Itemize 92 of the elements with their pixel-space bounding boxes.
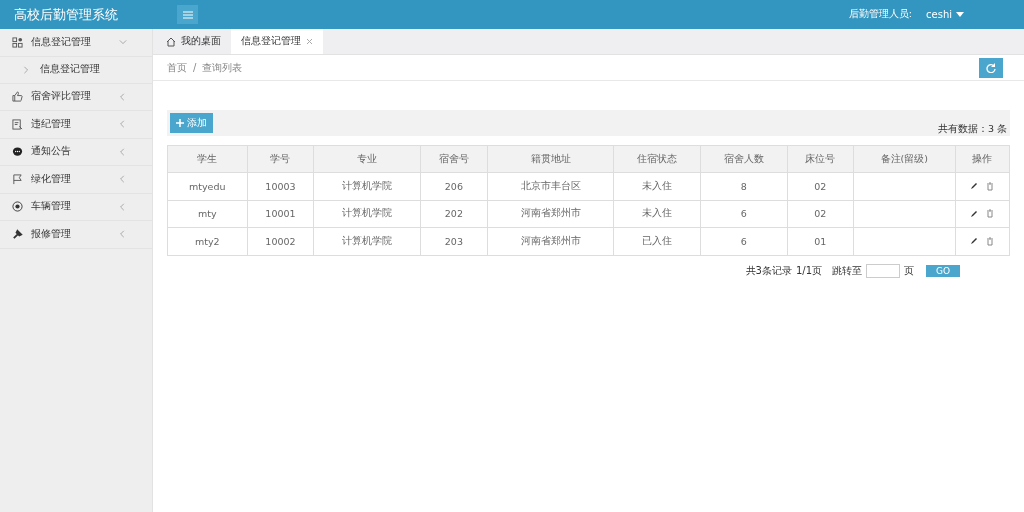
table-cell: 10002 (247, 227, 314, 255)
table-cell: 计算机学院 (313, 227, 421, 255)
chevron-down-icon (119, 38, 127, 47)
table-cell: 02 (787, 200, 854, 228)
table-cell: 10003 (247, 172, 314, 200)
table-cell: 已入住 (613, 227, 701, 255)
table-cell: 01 (787, 227, 854, 255)
column-header: 操作 (955, 145, 1010, 173)
refresh-icon (986, 62, 996, 73)
app-title: 高校后勤管理系统 (14, 5, 119, 24)
sidebar-item[interactable]: 绿化管理 (0, 166, 152, 194)
sidebar-label: 绿化管理 (31, 172, 72, 186)
sidebar-item[interactable]: 信息登记管理 (0, 29, 152, 57)
table-cell: 10001 (247, 200, 314, 228)
menu-button[interactable] (177, 5, 198, 24)
page-count: 1/1页 (795, 263, 822, 278)
table-cell: 计算机学院 (313, 200, 421, 228)
caret-down-icon (956, 12, 964, 17)
breadcrumb-item[interactable]: 首页 (167, 60, 187, 75)
flag-icon (12, 173, 23, 185)
table-cell: 6 (700, 227, 788, 255)
chat-bubble-icon (12, 146, 23, 158)
sidebar-label: 车辆管理 (31, 200, 72, 214)
breadcrumb-item: 查询列表 (202, 60, 243, 75)
table-cell: 8 (700, 172, 788, 200)
chevron-right-icon (22, 65, 30, 74)
page-unit: 页 (904, 263, 914, 278)
sidebar-item[interactable]: 宿舍评比管理 (0, 83, 152, 111)
record-count: 共3条记录 (745, 263, 792, 278)
radio-icon (12, 201, 23, 213)
home-icon (166, 36, 176, 47)
trash-icon[interactable] (986, 181, 995, 191)
column-header: 宿舍人数 (700, 145, 788, 173)
pencil-icon[interactable] (970, 209, 979, 218)
total-count: 共有数据：3 条 (937, 122, 1007, 136)
sidebar-label: 违纪管理 (31, 117, 72, 131)
sidebar-label: 通知公告 (31, 145, 72, 159)
table-cell: 203 (420, 227, 488, 255)
sidebar-sublabel: 信息登记管理 (40, 63, 100, 76)
table-cell: 北京市丰台区 (487, 172, 614, 200)
close-icon[interactable] (306, 38, 313, 45)
column-header: 学号 (247, 145, 314, 173)
chevron-left-icon (119, 202, 127, 211)
thumbs-up-icon (12, 91, 23, 103)
sidebar-item[interactable]: 通知公告 (0, 138, 152, 166)
table-cell: 计算机学院 (313, 172, 421, 200)
table-cell: mtyedu (167, 172, 248, 200)
trash-icon[interactable] (986, 209, 995, 219)
sidebar-item[interactable]: 报修管理 (0, 221, 152, 249)
plus-icon (176, 119, 184, 127)
column-header: 学生 (167, 145, 248, 173)
table-cell: 202 (420, 200, 488, 228)
grid-icon (12, 36, 23, 48)
chevron-left-icon (119, 92, 127, 101)
jump-label: 跳转至 (832, 263, 862, 278)
tab[interactable]: 我的桌面 (156, 29, 231, 54)
column-header: 籍贯地址 (487, 145, 614, 173)
column-header: 专业 (313, 145, 421, 173)
document-icon (12, 118, 23, 130)
wrench-icon (12, 228, 23, 240)
pencil-icon[interactable] (970, 237, 979, 246)
column-header: 住宿状态 (613, 145, 701, 173)
sidebar-item[interactable]: 车辆管理 (0, 193, 152, 221)
chevron-left-icon (119, 120, 127, 129)
tab[interactable]: 信息登记管理 (231, 29, 323, 54)
column-header: 备注(留级) (853, 145, 956, 173)
chevron-left-icon (119, 230, 127, 239)
sidebar-item[interactable]: 违纪管理 (0, 111, 152, 139)
user-label: 后勤管理人员: (848, 8, 912, 21)
sidebar-subitem[interactable]: 信息登记管理 (0, 56, 152, 84)
column-header: 宿舍号 (420, 145, 488, 173)
table-cell: 未入住 (613, 172, 701, 200)
sidebar-label: 信息登记管理 (31, 35, 92, 49)
table-cell: 02 (787, 172, 854, 200)
page-input[interactable] (866, 263, 900, 278)
table-cell: 206 (420, 172, 488, 200)
table-cell: 河南省郑州市 (487, 200, 614, 228)
breadcrumb-separator: / (193, 62, 197, 73)
chevron-left-icon (119, 175, 127, 184)
refresh-button[interactable] (979, 57, 1003, 78)
table-cell: 6 (700, 200, 788, 228)
sidebar-label: 宿舍评比管理 (31, 90, 92, 104)
table-cell: 未入住 (613, 200, 701, 228)
pencil-icon[interactable] (970, 182, 979, 191)
table-cell: mty (167, 200, 248, 228)
column-header: 床位号 (787, 145, 854, 173)
trash-icon[interactable] (986, 236, 995, 246)
menu-icon (182, 10, 193, 19)
chevron-left-icon (119, 147, 127, 156)
table-cell: 河南省郑州市 (487, 227, 614, 255)
table-cell: mty2 (167, 227, 248, 255)
sidebar-label: 报修管理 (31, 227, 72, 241)
